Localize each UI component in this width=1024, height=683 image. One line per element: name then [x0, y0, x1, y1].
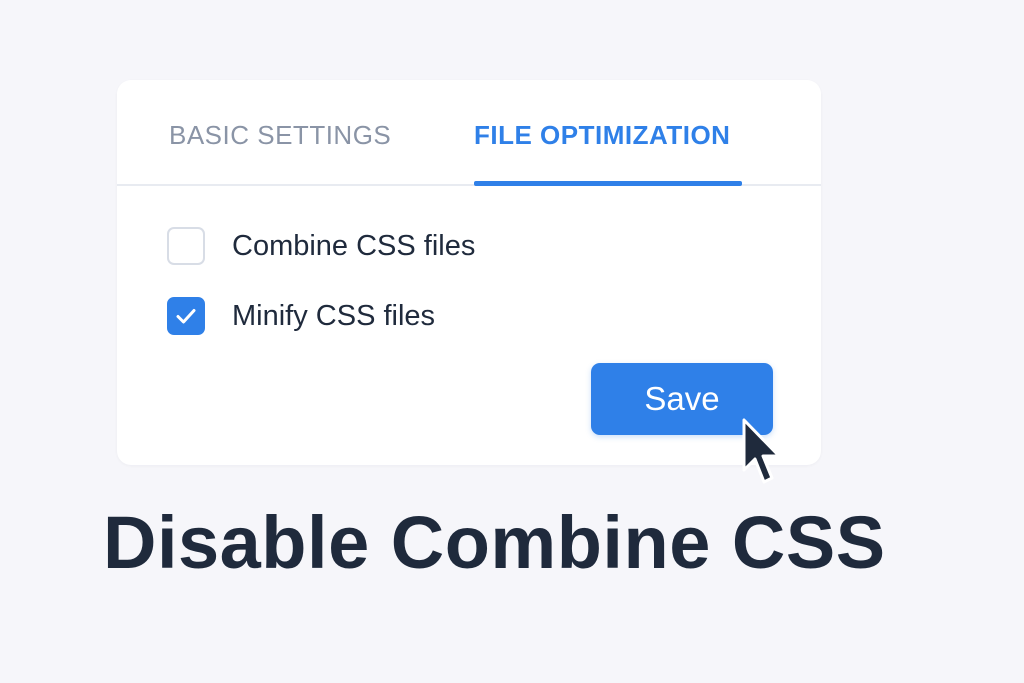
option-minify-css[interactable]: Minify CSS files	[167, 295, 435, 337]
mouse-pointer-icon	[742, 418, 781, 484]
combine-css-checkbox[interactable]	[167, 227, 205, 265]
active-tab-indicator	[474, 181, 742, 186]
minify-css-checkbox[interactable]	[167, 297, 205, 335]
tab-file-optimization[interactable]: FILE OPTIMIZATION	[474, 120, 730, 151]
option-combine-css[interactable]: Combine CSS files	[167, 225, 475, 267]
combine-css-label: Combine CSS files	[232, 229, 476, 262]
headline: Disable Combine CSS	[103, 501, 886, 584]
tab-bar: BASIC SETTINGS FILE OPTIMIZATION	[117, 80, 821, 186]
check-icon	[176, 309, 196, 324]
minify-css-label: Minify CSS files	[232, 299, 436, 332]
settings-panel: BASIC SETTINGS FILE OPTIMIZATION Combine…	[117, 80, 821, 465]
tab-basic-settings[interactable]: BASIC SETTINGS	[169, 120, 391, 151]
